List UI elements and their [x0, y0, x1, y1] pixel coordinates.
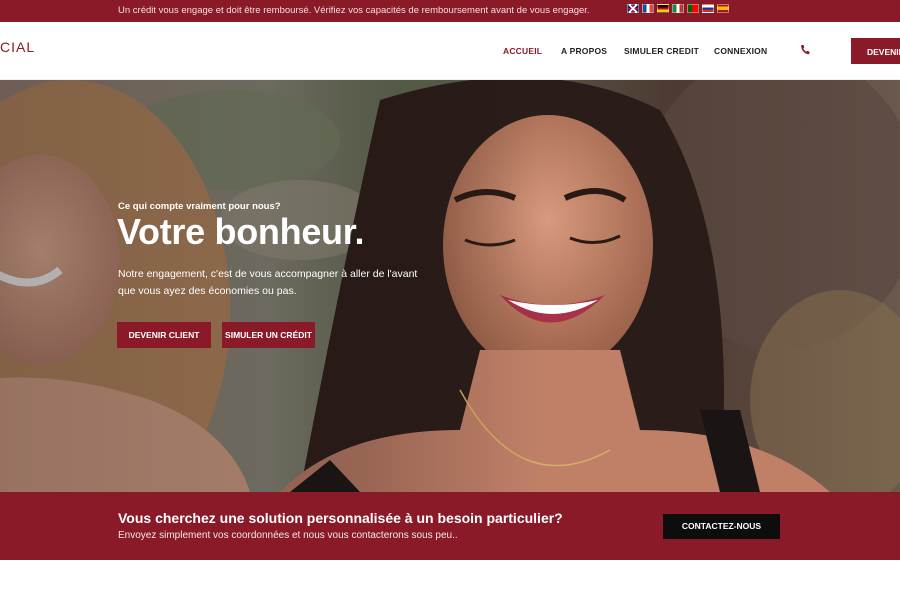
top-notice-bar: Un crédit vous engage et doit être rembo… [0, 0, 900, 22]
flag-spanish-icon[interactable] [717, 4, 729, 13]
language-selector [627, 4, 729, 13]
nav-item-connexion[interactable]: CONNEXION [714, 46, 767, 56]
page-bottom-whitespace [0, 560, 900, 600]
site-logo[interactable]: CIAL [0, 39, 35, 55]
site-header: CIAL ACCUEIL A PROPOS SIMULER CREDIT CON… [0, 22, 900, 80]
phone-icon[interactable] [800, 44, 810, 56]
flag-german-icon[interactable] [657, 4, 669, 13]
credit-warning-text: Un crédit vous engage et doit être rembo… [118, 5, 590, 16]
hero-description: Notre engagement, c'est de vous accompag… [118, 266, 438, 300]
flag-english-icon[interactable] [627, 4, 639, 13]
nav-item-simuler-credit[interactable]: SIMULER CREDIT [624, 46, 699, 56]
nav-item-accueil[interactable]: ACCUEIL [503, 46, 542, 56]
flag-french-icon[interactable] [642, 4, 654, 13]
hero-title: Votre bonheur. [117, 211, 365, 252]
hero-description-line-1: Notre engagement, c'est de vous accompag… [118, 268, 418, 280]
hero-description-line-2: que vous ayez des économies ou pas. [118, 285, 297, 297]
nav-item-a-propos[interactable]: A PROPOS [561, 46, 607, 56]
simuler-credit-button[interactable]: SIMULER UN CRÉDIT [222, 322, 315, 348]
flag-italian-icon[interactable] [672, 4, 684, 13]
devenir-client-button[interactable]: DEVENIR CLIENT [117, 322, 211, 348]
flag-portuguese-icon[interactable] [687, 4, 699, 13]
devenir-client-header-button[interactable]: DEVENIR [851, 38, 900, 64]
flag-russian-icon[interactable] [702, 4, 714, 13]
contact-cta-band: Vous cherchez une solution personnalisée… [0, 492, 900, 560]
cta-band-title: Vous cherchez une solution personnalisée… [118, 510, 563, 526]
hero-section: Ce qui compte vraiment pour nous? Votre … [0, 80, 900, 492]
contactez-nous-button[interactable]: CONTACTEZ-NOUS [663, 514, 780, 539]
cta-band-subtitle: Envoyez simplement vos coordonnées et no… [118, 530, 458, 541]
